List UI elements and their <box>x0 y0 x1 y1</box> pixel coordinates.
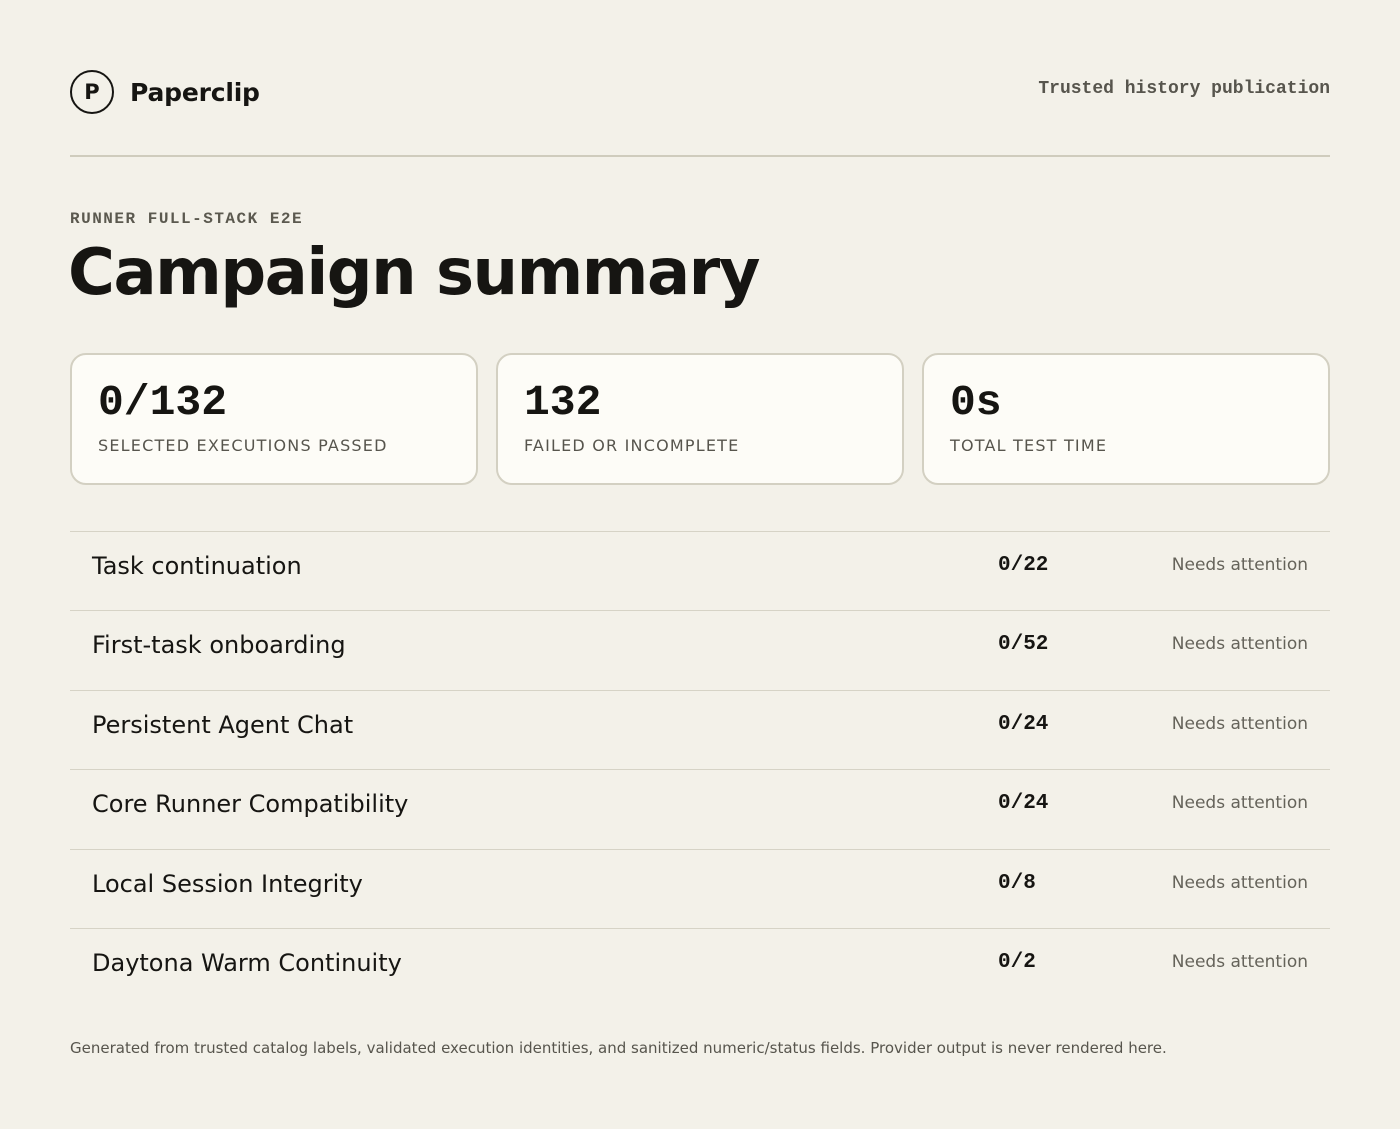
brand[interactable]: P Paperclip <box>70 70 260 114</box>
suite-list: Task continuation 0/22 Needs attention F… <box>70 531 1330 1007</box>
stats-cards: 0/132 SELECTED EXECUTIONS PASSED 132 FAI… <box>70 353 1330 485</box>
eyebrow-label: RUNNER FULL-STACK E2E <box>70 210 304 228</box>
suite-count: 0/22 <box>998 554 1049 577</box>
footnote: Generated from trusted catalog labels, v… <box>70 1039 1167 1057</box>
suite-status: Needs attention <box>1171 713 1308 734</box>
stat-card-failed: 132 FAILED OR INCOMPLETE <box>496 353 904 485</box>
paperclip-logo-icon: P <box>70 70 114 114</box>
suite-row[interactable]: Task continuation 0/22 Needs attention <box>70 531 1330 610</box>
suite-row[interactable]: First-task onboarding 0/52 Needs attenti… <box>70 610 1330 689</box>
stat-value: 0s <box>950 378 1002 427</box>
suite-count: 0/8 <box>998 871 1036 895</box>
suite-status: Needs attention <box>1171 872 1308 893</box>
suite-name: Local Session Integrity <box>92 869 363 898</box>
stat-card-test-time: 0s TOTAL TEST TIME <box>922 353 1330 485</box>
suite-row[interactable]: Persistent Agent Chat 0/24 Needs attenti… <box>70 689 1330 769</box>
brand-name: Paperclip <box>130 77 260 107</box>
suite-name: Core Runner Compatibility <box>92 790 409 819</box>
suite-status: Needs attention <box>1171 951 1308 972</box>
suite-row[interactable]: Core Runner Compatibility 0/24 Needs att… <box>70 769 1330 848</box>
suite-name: Persistent Agent Chat <box>92 710 354 739</box>
suite-row[interactable]: Local Session Integrity 0/8 Needs attent… <box>70 848 1330 928</box>
stat-value: 0/132 <box>98 378 228 427</box>
suite-count: 0/52 <box>998 633 1049 657</box>
stat-label: TOTAL TEST TIME <box>950 436 1108 455</box>
stat-value: 132 <box>524 378 602 427</box>
suite-row[interactable]: Daytona Warm Continuity 0/2 Needs attent… <box>70 927 1330 1007</box>
suite-name: Task continuation <box>92 552 302 580</box>
suite-status: Needs attention <box>1171 793 1308 814</box>
page: P Paperclip Trusted history publication … <box>68 0 1330 1057</box>
stat-card-passed: 0/132 SELECTED EXECUTIONS PASSED <box>70 353 478 485</box>
suite-name: Daytona Warm Continuity <box>92 948 402 977</box>
stat-label: SELECTED EXECUTIONS PASSED <box>98 436 388 455</box>
suite-count: 0/24 <box>998 712 1049 736</box>
suite-count: 0/2 <box>998 950 1036 974</box>
suite-name: First-task onboarding <box>92 631 346 660</box>
suite-status: Needs attention <box>1171 555 1308 575</box>
suite-count: 0/24 <box>998 792 1049 816</box>
page-title: Campaign summary <box>68 236 760 310</box>
header: P Paperclip Trusted history publication <box>70 0 1330 157</box>
header-tagline: Trusted history publication <box>1038 79 1330 99</box>
suite-status: Needs attention <box>1171 634 1308 655</box>
stat-label: FAILED OR INCOMPLETE <box>524 436 740 455</box>
